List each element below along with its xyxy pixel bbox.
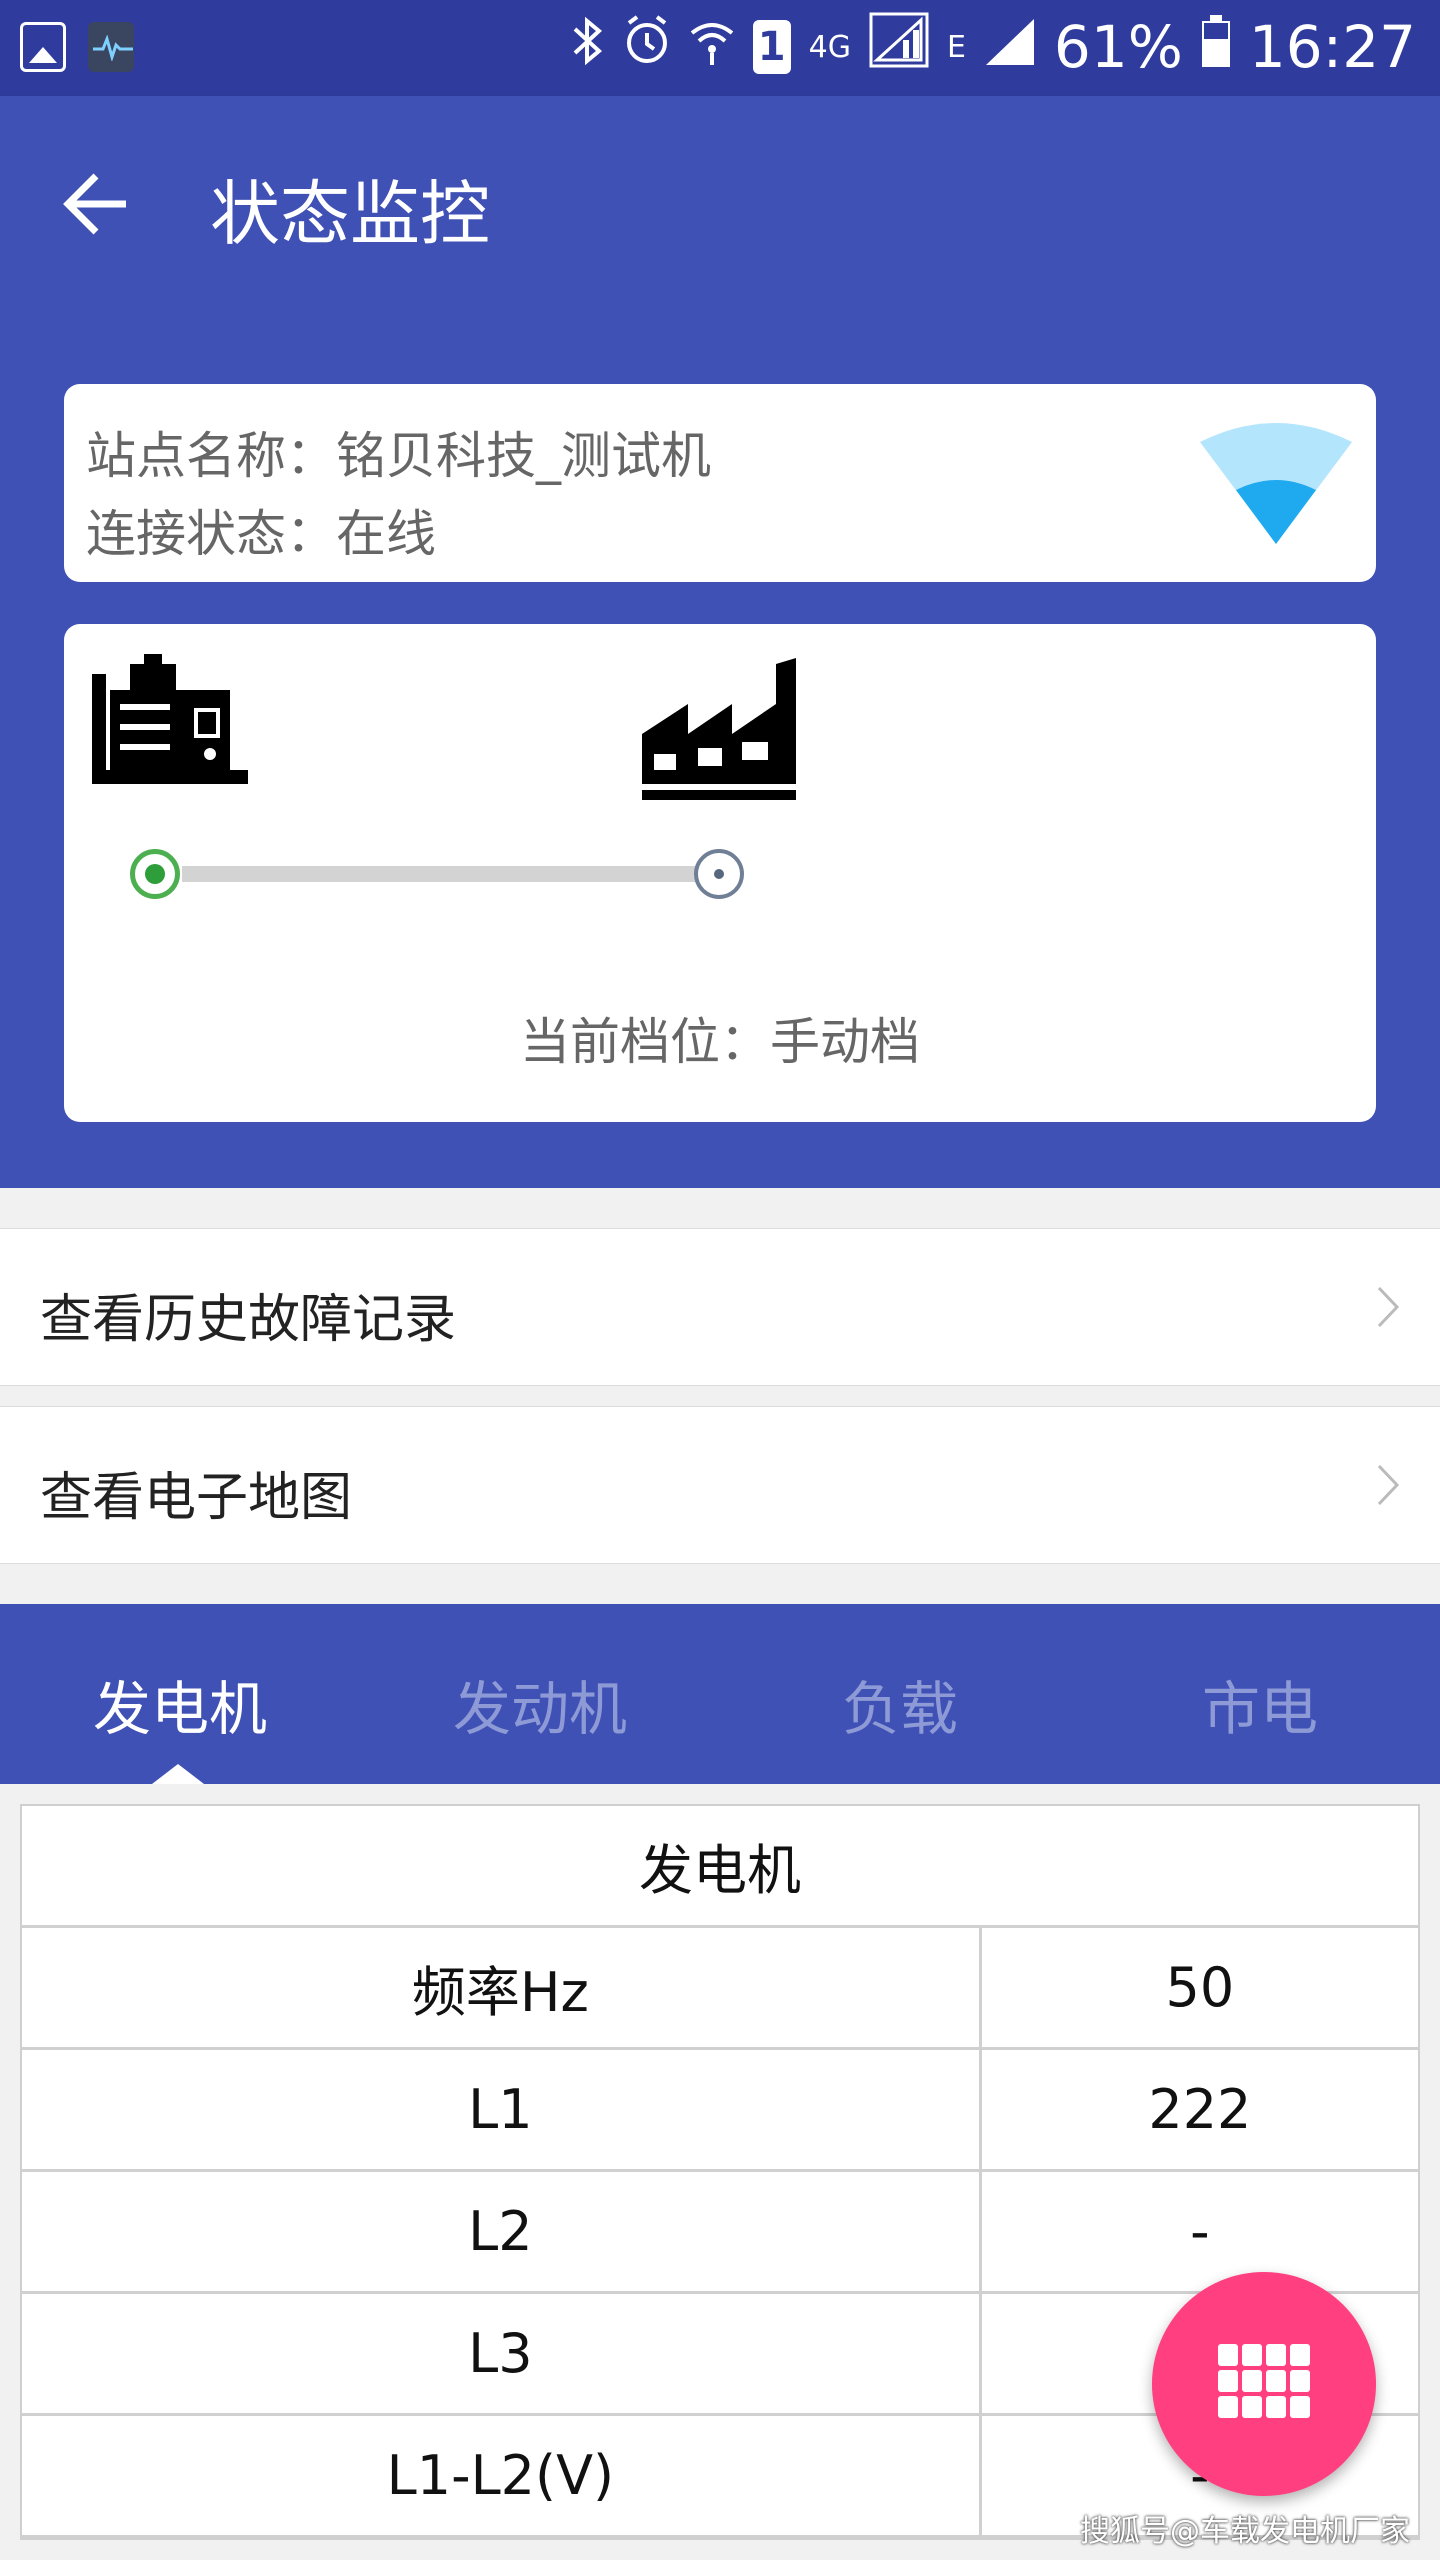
power-flow-card: 当前档位：手动档: [64, 624, 1376, 1122]
row-value: 222: [978, 2047, 1418, 2172]
status-hero: 站点名称：铭贝科技_测试机 连接状态：在线 当前档位：手动档: [0, 320, 1440, 1188]
history-faults-label: 查看历史故障记录: [40, 1290, 457, 1350]
row-label: L2: [22, 2169, 982, 2294]
load-node: [694, 849, 744, 899]
chevron-right-icon: [1376, 1285, 1400, 1333]
gallery-notification-icon: [20, 22, 66, 72]
alarm-icon: [623, 13, 671, 81]
row-label: L1-L2(V): [22, 2413, 982, 2538]
back-arrow-icon[interactable]: [60, 168, 132, 240]
history-faults-item[interactable]: 查看历史故障记录: [0, 1228, 1440, 1386]
station-name: 站点名称：铭贝科技_测试机: [86, 427, 711, 485]
connection-status: 连接状态：在线: [86, 505, 436, 563]
table-row: L1 222: [22, 2047, 1418, 2172]
row-label: L1: [22, 2047, 982, 2172]
current-gear: 当前档位：手动档: [520, 1013, 920, 1071]
network-e-label: E: [946, 29, 966, 65]
row-value: -: [978, 2169, 1418, 2294]
generator-icon: [90, 644, 250, 808]
active-tab-indicator: [152, 1764, 204, 1784]
table-row: L2 -: [22, 2169, 1418, 2294]
wifi-signal-icon: [1196, 422, 1356, 550]
tab-generator[interactable]: 发电机: [0, 1662, 360, 1746]
electronic-map-label: 查看电子地图: [40, 1468, 353, 1528]
wifi-status-icon: [689, 13, 735, 81]
grid-menu-fab[interactable]: [1152, 2272, 1376, 2496]
electronic-map-item[interactable]: 查看电子地图: [0, 1406, 1440, 1564]
signal-strength-icon: [869, 12, 929, 82]
grid-icon: [1218, 2344, 1310, 2424]
app-bar: 状态监控: [0, 96, 1440, 320]
factory-icon: [640, 644, 800, 808]
signal-bars-icon: [984, 13, 1036, 81]
row-label: 频率Hz: [22, 1925, 982, 2050]
pulse-notification-icon: [88, 22, 134, 72]
bluetooth-icon: [571, 13, 605, 81]
status-bar: 1 4G E 61% 16:27: [0, 0, 1440, 96]
watermark-text: 搜狐号@车载发电机厂家: [1080, 2514, 1410, 2549]
sim-slot-icon: 1: [752, 20, 791, 74]
station-info-card: 站点名称：铭贝科技_测试机 连接状态：在线: [64, 384, 1376, 582]
chevron-right-icon: [1376, 1463, 1400, 1511]
clock-time: 16:27: [1248, 13, 1416, 81]
row-value: 50: [978, 1925, 1418, 2050]
tab-bar: 发电机 发动机 负载 市电: [0, 1604, 1440, 1784]
network-4g-label: 4G: [808, 29, 851, 65]
table-title: 发电机: [22, 1806, 1418, 1928]
power-flow-line: [182, 866, 742, 882]
battery-icon: [1201, 13, 1231, 81]
table-row: 频率Hz 50: [22, 1925, 1418, 2050]
generator-node: [130, 849, 180, 899]
battery-percent: 61%: [1053, 13, 1183, 81]
tab-mains[interactable]: 市电: [1080, 1662, 1440, 1746]
row-label: L3: [22, 2291, 982, 2416]
page-title: 状态监控: [210, 173, 490, 255]
tab-load[interactable]: 负载: [720, 1662, 1080, 1746]
tab-engine[interactable]: 发动机: [360, 1662, 720, 1746]
